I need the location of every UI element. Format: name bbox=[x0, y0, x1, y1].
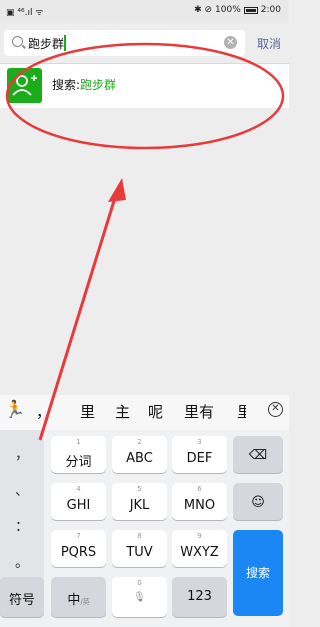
search-submit-button[interactable]: 搜索 bbox=[233, 530, 283, 616]
key-9[interactable]: 9 WXYZ bbox=[172, 530, 227, 567]
punct-colon[interactable]: ： bbox=[0, 516, 44, 536]
key-6-label: MNO bbox=[183, 498, 216, 513]
symbols-label: 符号 bbox=[8, 593, 35, 608]
punct-period[interactable]: 。 bbox=[0, 552, 44, 572]
search-result-keyword: 跑步群 bbox=[80, 78, 117, 92]
key-1-num: 1 bbox=[76, 438, 81, 446]
key-8-label: TUV bbox=[126, 545, 153, 560]
candidate-5[interactable]: 里 bbox=[237, 401, 246, 422]
candidate-4[interactable]: 里有 bbox=[184, 401, 214, 422]
key-8-num: 8 bbox=[137, 532, 142, 540]
key-9-label: WXYZ bbox=[180, 545, 219, 560]
close-candidates-icon[interactable]: ✕ bbox=[268, 402, 283, 417]
key-6-num: 6 bbox=[197, 485, 202, 493]
microphone-icon: 🎙 bbox=[133, 592, 146, 603]
key-1-label: 分词 bbox=[65, 455, 92, 470]
search-result-prefix: 搜索: bbox=[52, 78, 81, 92]
backspace-icon: ⌫ bbox=[248, 448, 268, 463]
key-7[interactable]: 7 PQRS bbox=[51, 530, 106, 567]
backspace-button[interactable]: ⌫ bbox=[233, 436, 283, 473]
key-6[interactable]: 6 MNO bbox=[172, 483, 227, 520]
battery-icon bbox=[243, 6, 258, 14]
numbers-label: 123 bbox=[187, 589, 212, 604]
candidate-1[interactable]: 里 bbox=[80, 401, 95, 422]
search-result-label: 搜索:跑步群 bbox=[52, 76, 116, 93]
key-3-label: DEF bbox=[186, 451, 213, 466]
text-cursor bbox=[64, 35, 66, 51]
runner-emoji-icon[interactable]: 🏃 bbox=[4, 400, 25, 420]
punctuation-column: ， 、 ： 。 bbox=[0, 430, 44, 583]
key-7-num: 7 bbox=[76, 532, 81, 540]
clear-icon[interactable]: ✕ bbox=[224, 36, 237, 49]
ime-keyboard: 🏃 ， 里 主 呢 里有 里 ✕ ， 、 ： 。 1 分词 2 ABC 3 DE… bbox=[0, 395, 289, 627]
key-2-num: 2 bbox=[137, 438, 142, 446]
key-4[interactable]: 4 GHI bbox=[51, 483, 106, 520]
key-5-label: JKL bbox=[129, 498, 150, 513]
key-2[interactable]: 2 ABC bbox=[112, 436, 167, 473]
status-right: ✱ ⊘ 100% 2:00 bbox=[194, 5, 281, 15]
candidate-0[interactable]: ， bbox=[36, 401, 51, 422]
emoji-button[interactable]: ☺ bbox=[233, 483, 283, 520]
key-4-label: GHI bbox=[66, 498, 91, 513]
battery-percent: 100% bbox=[215, 5, 241, 15]
key-5-num: 5 bbox=[137, 485, 142, 493]
status-bar: ▣ ⁴⁶.ıl ᯤ ✱ ⊘ 100% 2:00 bbox=[0, 0, 289, 22]
clock: 2:00 bbox=[260, 5, 281, 15]
lang-switch-button[interactable]: 中/英 bbox=[51, 577, 106, 617]
key-1[interactable]: 1 分词 bbox=[51, 436, 106, 473]
key-2-label: ABC bbox=[126, 451, 153, 466]
key-9-num: 9 bbox=[197, 532, 202, 540]
cancel-button[interactable]: 取消 bbox=[257, 35, 281, 52]
signal-icons: ▣ ⁴⁶.ıl ᯤ bbox=[6, 8, 44, 18]
key-3-num: 3 bbox=[197, 438, 202, 446]
punct-dun[interactable]: 、 bbox=[0, 480, 44, 500]
key-4-num: 4 bbox=[76, 485, 81, 493]
search-icon bbox=[12, 36, 23, 47]
key-8[interactable]: 8 TUV bbox=[112, 530, 167, 567]
annotation-arrow-head bbox=[108, 178, 126, 202]
emoji-icon: ☺ bbox=[251, 495, 265, 510]
search-bar: 跑步群 ✕ 取消 bbox=[0, 22, 289, 64]
bluetooth-mute-icons: ✱ ⊘ bbox=[194, 5, 213, 15]
punct-comma[interactable]: ， bbox=[0, 444, 44, 464]
symbols-button[interactable]: 符号 bbox=[0, 577, 44, 617]
search-input[interactable]: 跑步群 ✕ bbox=[4, 30, 245, 56]
key-5[interactable]: 5 JKL bbox=[112, 483, 167, 520]
key-7-label: PQRS bbox=[60, 545, 97, 560]
space-num: 0 bbox=[137, 579, 142, 587]
candidate-3[interactable]: 呢 bbox=[148, 401, 163, 422]
candidate-2[interactable]: 主 bbox=[115, 401, 130, 422]
status-left: ▣ ⁴⁶.ıl ᯤ bbox=[6, 5, 44, 18]
numbers-button[interactable]: 123 bbox=[172, 577, 227, 617]
lang-sub: /英 bbox=[80, 598, 90, 606]
space-button[interactable]: 0 🎙 bbox=[112, 577, 167, 617]
search-result-row[interactable]: 搜索:跑步群 bbox=[0, 64, 289, 108]
lang-label: 中/英 bbox=[51, 589, 106, 608]
search-query: 跑步群 bbox=[28, 37, 65, 51]
add-contact-icon bbox=[7, 68, 42, 103]
key-3[interactable]: 3 DEF bbox=[172, 436, 227, 473]
candidate-bar: 🏃 ， 里 主 呢 里有 里 ✕ bbox=[0, 395, 289, 430]
lang-main: 中 bbox=[67, 593, 81, 608]
